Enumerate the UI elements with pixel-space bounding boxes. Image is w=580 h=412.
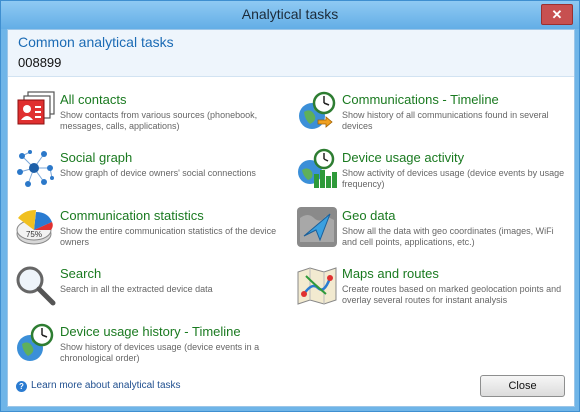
task-title: All contacts (60, 92, 127, 107)
task-title: Communication statistics (60, 208, 204, 223)
window-title: Analytical tasks (241, 6, 339, 22)
pie-chart-icon: 75% (16, 210, 53, 245)
task-description: Search in all the extracted device data (60, 284, 213, 294)
pie-percent-label: 75% (26, 230, 42, 239)
task-all-contacts[interactable]: All contacts Show contacts from various … (14, 90, 292, 144)
task-description: Show graph of device owners' social conn… (60, 168, 256, 178)
social-graph-icon (17, 150, 54, 187)
globe-clock-icon (299, 91, 336, 129)
task-description: Show history of devices usage (device ev… (60, 342, 260, 363)
task-title: Social graph (60, 150, 133, 165)
task-search[interactable]: Search Search in all the extracted devic… (14, 264, 292, 318)
magnifier-icon (16, 266, 56, 306)
task-description: Show contacts from various sources (phon… (60, 110, 258, 131)
header-band: Common analytical tasks 008899 (8, 30, 574, 77)
window-close-button[interactable]: ✕ (541, 4, 573, 25)
usage-chart-clock-icon (298, 148, 337, 188)
task-device-usage-activity[interactable]: Device usage activity Show activity of d… (296, 148, 574, 202)
task-maps-and-routes[interactable]: Maps and routes Create routes based on m… (296, 264, 574, 318)
task-title: Geo data (342, 208, 396, 223)
task-geo-data[interactable]: Geo data Show all the data with geo coor… (296, 206, 574, 260)
task-description: Show activity of devices usage (device e… (342, 168, 565, 189)
close-button[interactable]: Close (480, 375, 565, 397)
map-route-icon (297, 267, 337, 305)
case-id: 008899 (18, 55, 62, 70)
task-title: Device usage activity (342, 150, 465, 165)
task-communication-statistics[interactable]: 75% Communication statistics Show the en… (14, 206, 292, 260)
task-description: Show history of all communications found… (342, 110, 549, 131)
task-title: Search (60, 266, 102, 281)
help-icon: ? (16, 381, 27, 392)
task-title: Communications - Timeline (342, 92, 499, 107)
task-communications-timeline[interactable]: Communications - Timeline Show history o… (296, 90, 574, 144)
task-description: Create routes based on marked geolocatio… (342, 284, 562, 305)
task-title: Maps and routes (342, 266, 439, 281)
task-title: Device usage history - Timeline (60, 324, 241, 339)
task-description: Show the entire communication statistics… (60, 226, 277, 247)
task-social-graph[interactable]: Social graph Show graph of device owners… (14, 148, 292, 202)
learn-more-label[interactable]: Learn more about analytical tasks (31, 380, 181, 391)
geo-arrow-icon (297, 207, 337, 247)
title-bar[interactable]: Analytical tasks ✕ (1, 1, 579, 29)
dialog-window: Analytical tasks ✕ Common analytical tas… (0, 0, 580, 412)
task-device-usage-history-timeline[interactable]: Device usage history - Timeline Show his… (14, 322, 292, 376)
task-description: Show all the data with geo coordinates (… (342, 226, 554, 247)
contacts-icon (17, 91, 55, 125)
section-heading: Common analytical tasks (18, 34, 174, 50)
dialog-content: Common analytical tasks 008899 All conta… (7, 29, 575, 407)
globe-clock-icon (17, 323, 54, 361)
